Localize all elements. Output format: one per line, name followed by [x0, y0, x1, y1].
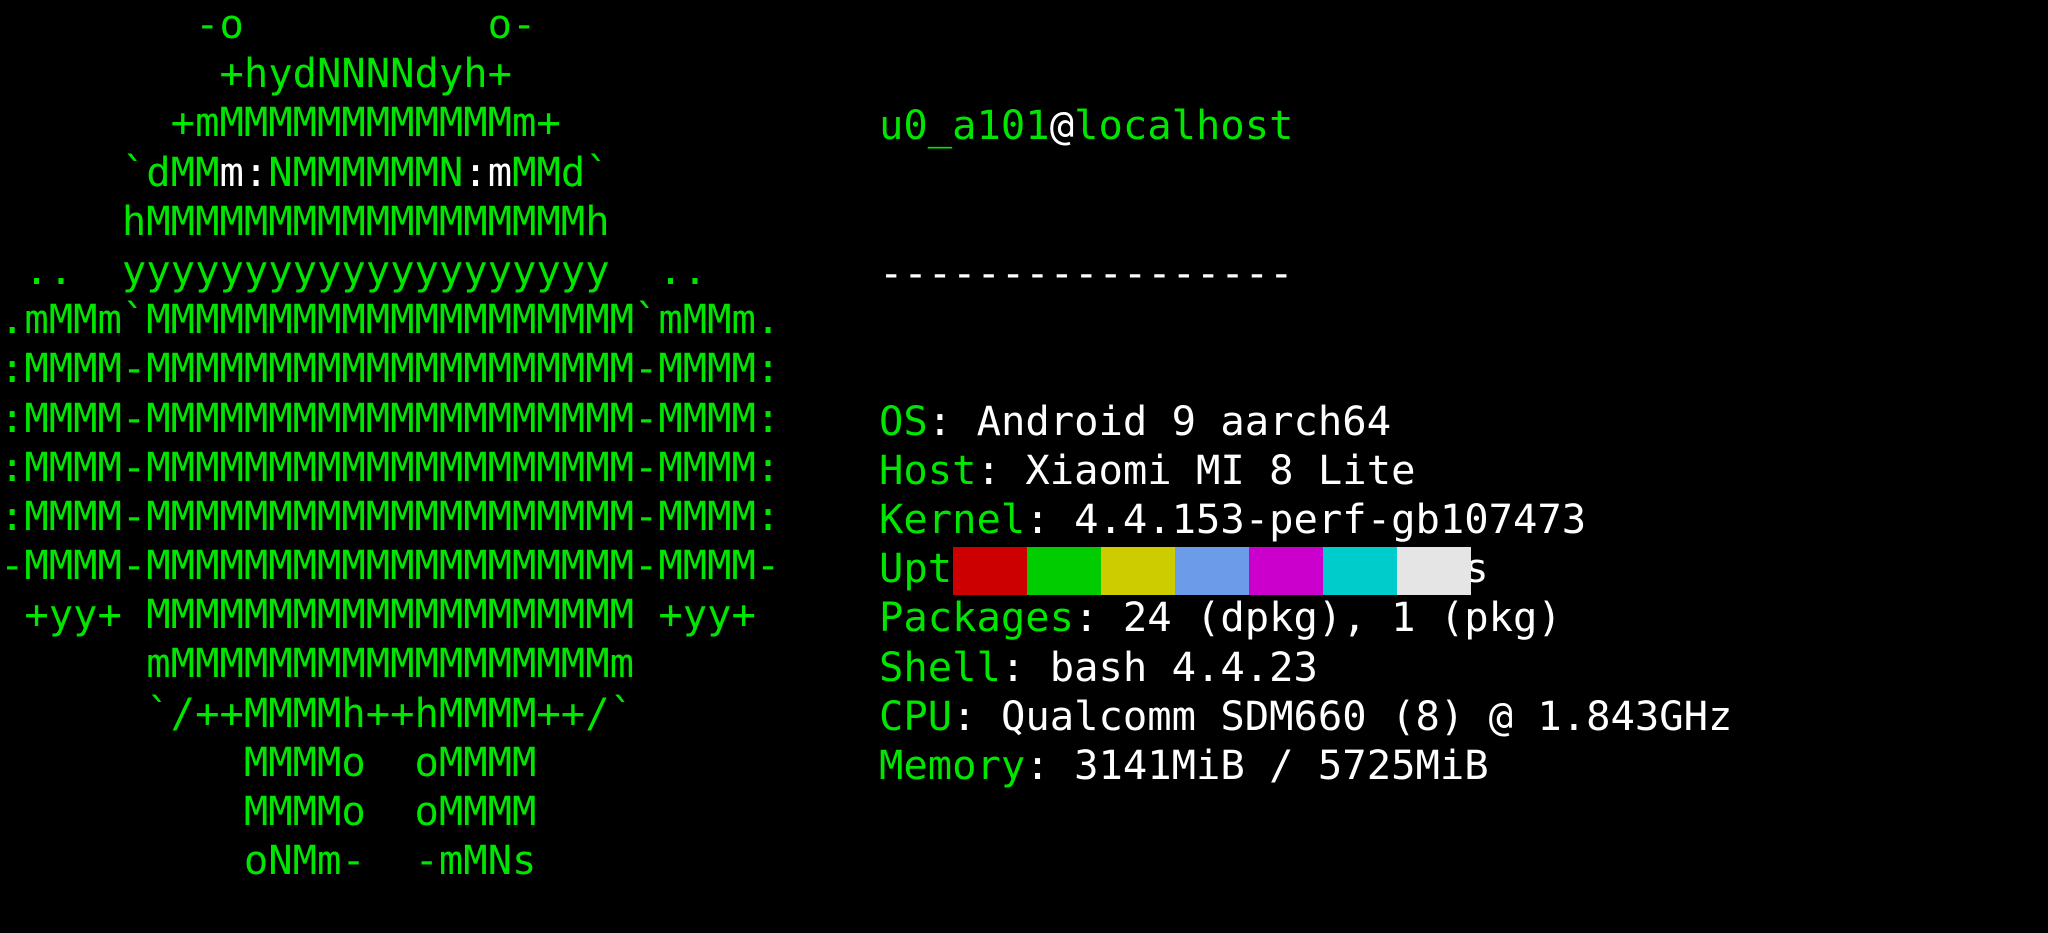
- info-value: bash 4.4.23: [1049, 642, 1318, 691]
- ascii-logo-segment: NMMMMMMN: [268, 147, 464, 196]
- info-delimiter: :: [1025, 740, 1075, 789]
- info-value: 4.4.153-perf-gb107473: [1074, 494, 1587, 543]
- ascii-logo-segment: MMd`: [512, 147, 610, 196]
- ascii-logo-segment: `/++MMMMh++hMMMM++/`: [0, 688, 634, 737]
- color-swatch: [1397, 547, 1471, 595]
- ascii-logo-segment: :m: [463, 147, 513, 196]
- color-swatch: [1175, 547, 1249, 595]
- info-delimiter: :: [927, 396, 977, 445]
- android-ascii-logo: -o o- +hydNNNNdyh+ +mMMMMMMMMMMMMm+ `dMM…: [0, 0, 780, 885]
- at-sign: @: [1049, 101, 1075, 150]
- ascii-logo-segment: -o o-: [0, 0, 537, 48]
- ascii-logo-segment: +yy+ MMMMMMMMMMMMMMMMMMMM +yy+: [0, 590, 756, 639]
- ascii-logo-line: +mMMMMMMMMMMMMm+: [0, 98, 780, 147]
- info-row-memory: Memory: 3141MiB / 5725MiB: [879, 741, 1732, 790]
- color-swatch: [1323, 547, 1397, 595]
- system-info-panel: u0_a101@localhost ----------------- OS: …: [879, 3, 1732, 889]
- ascii-logo-line: mMMMMMMMMMMMMMMMMMMm: [0, 639, 780, 688]
- ascii-logo-line: .mMMm`MMMMMMMMMMMMMMMMMMMM`mMMm.: [0, 295, 780, 344]
- ascii-logo-line: `/++MMMMh++hMMMM++/`: [0, 689, 780, 738]
- ascii-logo-line: hMMMMMMMMMMMMMMMMMMh: [0, 197, 780, 246]
- info-key: Kernel: [879, 494, 1026, 543]
- ascii-logo-line: +hydNNNNdyh+: [0, 49, 780, 98]
- color-swatch: [1249, 547, 1323, 595]
- color-palette: [953, 547, 1471, 595]
- ascii-logo-line: MMMMo oMMMM: [0, 787, 780, 836]
- info-delimiter: :: [1074, 593, 1123, 642]
- info-key: Host: [879, 445, 977, 494]
- hostname: localhost: [1074, 101, 1294, 150]
- info-row-os: OS: Android 9 aarch64: [879, 397, 1732, 446]
- info-row-kernel: Kernel: 4.4.153-perf-gb107473: [879, 495, 1732, 544]
- ascii-logo-line: `dMMm:NMMMMMMN:mMMd`: [0, 148, 780, 197]
- terminal-window[interactable]: -o o- +hydNNNNdyh+ +mMMMMMMMMMMMMm+ `dMM…: [0, 0, 2048, 933]
- ascii-logo-line: MMMMo oMMMM: [0, 738, 780, 787]
- info-delimiter: :: [1000, 642, 1050, 691]
- info-value: 24 (dpkg), 1 (pkg): [1122, 593, 1562, 642]
- info-delimiter: :: [952, 691, 1001, 740]
- color-swatch: [953, 547, 1027, 595]
- info-value: Xiaomi MI 8 Lite: [1025, 445, 1416, 494]
- ascii-logo-line: :MMMM-MMMMMMMMMMMMMMMMMMMM-MMMM:: [0, 443, 780, 492]
- ascii-logo-segment: .mMMm`MMMMMMMMMMMMMMMMMMMM`mMMm.: [0, 295, 781, 344]
- ascii-logo-segment: :MMMM-MMMMMMMMMMMMMMMMMMMM-MMMM:: [0, 442, 781, 491]
- color-swatch: [1027, 547, 1101, 595]
- ascii-logo-line: :MMMM-MMMMMMMMMMMMMMMMMMMM-MMMM:: [0, 344, 780, 393]
- info-value: 3141MiB / 5725MiB: [1074, 740, 1489, 789]
- ascii-logo-segment: m:: [219, 147, 269, 196]
- info-value: Qualcomm SDM660 (8) @ 1.843GHz: [1000, 691, 1733, 740]
- ascii-logo-segment: MMMMo oMMMM: [0, 787, 537, 835]
- ascii-logo-line: :MMMM-MMMMMMMMMMMMMMMMMMMM-MMMM:: [0, 492, 780, 541]
- info-row-host: Host: Xiaomi MI 8 Lite: [879, 446, 1732, 495]
- ascii-logo-segment: .. yyyyyyyyyyyyyyyyyyyy ..: [0, 245, 708, 294]
- info-value: Android 9 aarch64: [976, 396, 1392, 445]
- ascii-logo-segment: mMMMMMMMMMMMMMMMMMMm: [0, 639, 634, 688]
- info-row-cpu: CPU: Qualcomm SDM660 (8) @ 1.843GHz: [879, 692, 1732, 741]
- ascii-logo-segment: +hydNNNNdyh+: [0, 49, 513, 98]
- ascii-logo-segment: hMMMMMMMMMMMMMMMMMMh: [0, 196, 610, 245]
- username: u0_a101: [879, 101, 1050, 150]
- user-host-title: u0_a101@localhost: [879, 101, 1732, 150]
- info-key: CPU: [879, 691, 953, 740]
- title-separator: -----------------: [879, 249, 1294, 297]
- ascii-logo-segment: +mMMMMMMMMMMMMm+: [0, 98, 561, 147]
- ascii-logo-line: -o o-: [0, 0, 780, 49]
- info-key: Shell: [879, 642, 1001, 691]
- ascii-logo-line: -MMMM-MMMMMMMMMMMMMMMMMMMM-MMMM-: [0, 541, 780, 590]
- info-key: Memory: [879, 740, 1026, 789]
- info-delimiter: :: [1025, 494, 1075, 543]
- ascii-logo-segment: MMMMo oMMMM: [0, 737, 537, 786]
- info-delimiter: :: [976, 445, 1026, 494]
- ascii-logo-line: +yy+ MMMMMMMMMMMMMMMMMMMM +yy+: [0, 590, 780, 639]
- ascii-logo-segment: :MMMM-MMMMMMMMMMMMMMMMMMMM-MMMM:: [0, 393, 781, 442]
- color-swatch: [1101, 547, 1175, 595]
- ascii-logo-segment: oNMm- -mMNs: [0, 836, 537, 885]
- info-key: Packages: [879, 593, 1075, 642]
- info-row-shell: Shell: bash 4.4.23: [879, 643, 1732, 692]
- info-row-packages: Packages: 24 (dpkg), 1 (pkg): [879, 593, 1732, 642]
- ascii-logo-line: :MMMM-MMMMMMMMMMMMMMMMMMMM-MMMM:: [0, 394, 780, 443]
- ascii-logo-line: .. yyyyyyyyyyyyyyyyyyyy ..: [0, 246, 780, 295]
- ascii-logo-segment: `dMM: [0, 147, 220, 196]
- ascii-logo-segment: -MMMM-MMMMMMMMMMMMMMMMMMMM-MMMM-: [0, 541, 781, 590]
- ascii-logo-line: oNMm- -mMNs: [0, 836, 780, 885]
- info-key: OS: [879, 396, 928, 445]
- ascii-logo-segment: :MMMM-MMMMMMMMMMMMMMMMMMMM-MMMM:: [0, 344, 781, 393]
- ascii-logo-segment: :MMMM-MMMMMMMMMMMMMMMMMMMM-MMMM:: [0, 491, 781, 540]
